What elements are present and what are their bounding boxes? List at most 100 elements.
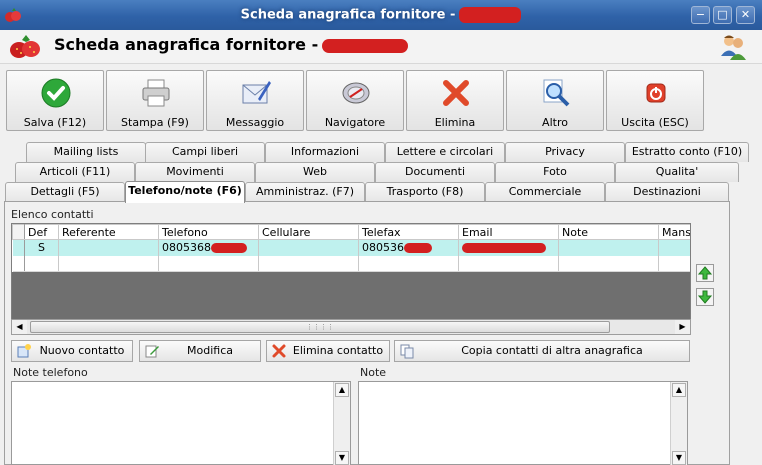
redacted-fax — [404, 243, 432, 254]
cell-empty[interactable] — [558, 255, 659, 272]
notes-scrollbar[interactable]: ▲ ▼ — [670, 382, 687, 465]
cell-telefax[interactable]: 080536 — [358, 239, 459, 256]
row-header-corner — [12, 224, 25, 240]
delete-label: Elimina — [434, 116, 476, 129]
cell-empty[interactable] — [358, 255, 459, 272]
delete-button[interactable]: Elimina — [406, 70, 504, 131]
cell-mansione[interactable] — [658, 239, 690, 256]
other-button[interactable]: Altro — [506, 70, 604, 131]
cell-empty[interactable] — [458, 255, 559, 272]
column-header-def[interactable]: Def — [24, 224, 59, 240]
tab-informazioni[interactable]: Informazioni — [265, 142, 385, 162]
cell-def[interactable]: S — [24, 239, 59, 256]
column-header-mansione[interactable]: Mansio — [658, 224, 690, 240]
cell-empty[interactable] — [58, 255, 159, 272]
scroll-right-icon[interactable]: ▶ — [675, 320, 690, 334]
message-button[interactable]: Messaggio — [206, 70, 304, 131]
cell-empty[interactable] — [158, 255, 259, 272]
column-header-telefax[interactable]: Telefax — [358, 224, 459, 240]
scroll-left-icon[interactable]: ◀ — [12, 320, 27, 334]
phone-notes-textarea[interactable]: ▲ ▼ — [11, 381, 351, 465]
print-button[interactable]: Stampa (F9) — [106, 70, 204, 131]
save-button[interactable]: Salva (F12) — [6, 70, 104, 131]
exit-label: Uscita (ESC) — [621, 116, 689, 129]
copy-contacts-label: Copia contatti di altra anagrafica — [461, 344, 643, 357]
horizontal-scrollbar[interactable]: ◀ ⋮⋮⋮⋮ ▶ — [11, 319, 691, 335]
delete-contact-button[interactable]: Elimina contatto — [266, 340, 390, 362]
delete-contact-label: Elimina contatto — [292, 344, 384, 357]
arrow-up-icon — [697, 266, 713, 280]
new-contact-label: Nuovo contatto — [39, 344, 125, 357]
cell-email[interactable] — [458, 239, 559, 256]
tab-web[interactable]: Web — [255, 162, 375, 182]
edit-button[interactable]: Modifica — [139, 340, 261, 362]
scroll-thumb[interactable]: ⋮⋮⋮⋮ — [30, 321, 610, 333]
print-label: Stampa (F9) — [121, 116, 189, 129]
column-header-note[interactable]: Note — [558, 224, 659, 240]
tab-documenti[interactable]: Documenti — [375, 162, 495, 182]
users-icon[interactable] — [718, 32, 748, 62]
tab-telefono-note[interactable]: Telefono/note (F6) — [125, 181, 245, 203]
cell-referente[interactable] — [58, 239, 159, 256]
window-title-text: Scheda anagrafica fornitore - — [240, 7, 456, 23]
column-header-telefono[interactable]: Telefono — [158, 224, 259, 240]
maximize-button[interactable]: □ — [713, 6, 732, 24]
redacted-name — [459, 7, 522, 23]
close-button[interactable]: ✕ — [736, 6, 755, 24]
contacts-table: Def Referente Telefono Cellulare Telefax… — [12, 224, 690, 272]
tab-estratto-conto[interactable]: Estratto conto (F10) — [625, 142, 749, 162]
cell-empty[interactable] — [658, 255, 690, 272]
column-header-referente[interactable]: Referente — [58, 224, 159, 240]
tab-amministrazione[interactable]: Amministraz. (F7) — [245, 182, 365, 202]
navigator-label: Navigatore — [324, 116, 386, 129]
tab-articoli[interactable]: Articoli (F11) — [15, 162, 135, 182]
delete-icon — [443, 80, 469, 106]
telefax-text: 080536 — [362, 241, 404, 255]
scroll-up-icon[interactable]: ▲ — [335, 383, 349, 397]
table-row[interactable]: S 0805368 080536 — [12, 239, 690, 256]
tab-privacy[interactable]: Privacy — [505, 142, 625, 162]
edit-label: Modifica — [187, 344, 233, 357]
cell-cellulare[interactable] — [258, 239, 359, 256]
tab-campi-liberi[interactable]: Campi liberi — [145, 142, 265, 162]
scroll-down-icon[interactable]: ▼ — [672, 451, 686, 465]
phone-notes-scrollbar[interactable]: ▲ ▼ — [333, 382, 350, 465]
scroll-down-icon[interactable]: ▼ — [335, 451, 349, 465]
tab-mailing-lists[interactable]: Mailing lists — [26, 142, 146, 162]
tab-dettagli[interactable]: Dettagli (F5) — [5, 182, 125, 202]
tab-qualita[interactable]: Qualita' — [615, 162, 739, 182]
tab-lettere[interactable]: Lettere e circolari — [385, 142, 505, 162]
telefono-text: 0805368 — [162, 241, 211, 255]
row-selector[interactable] — [12, 255, 25, 272]
copy-contacts-button[interactable]: Copia contatti di altra anagrafica — [394, 340, 690, 362]
minimize-button[interactable]: − — [691, 6, 710, 24]
tab-trasporto[interactable]: Trasporto (F8) — [365, 182, 485, 202]
cell-empty[interactable] — [258, 255, 359, 272]
window-title: Scheda anagrafica fornitore - — [0, 7, 762, 23]
notes-textarea[interactable]: ▲ ▼ — [358, 381, 688, 465]
cell-telefono[interactable]: 0805368 — [158, 239, 259, 256]
move-up-button[interactable] — [696, 264, 714, 282]
column-header-cellulare[interactable]: Cellulare — [258, 224, 359, 240]
tab-destinazioni[interactable]: Destinazioni — [605, 182, 729, 202]
arrow-down-icon — [697, 290, 713, 304]
move-down-button[interactable] — [696, 288, 714, 306]
edit-icon — [145, 345, 159, 358]
other-label: Altro — [542, 116, 568, 129]
new-contact-button[interactable]: Nuovo contatto — [11, 340, 133, 362]
tab-foto[interactable]: Foto — [495, 162, 615, 182]
table-row-new[interactable] — [12, 255, 690, 272]
tab-movimenti[interactable]: Movimenti — [135, 162, 255, 182]
cell-empty[interactable] — [24, 255, 59, 272]
save-label: Salva (F12) — [23, 116, 87, 129]
cell-note[interactable] — [558, 239, 659, 256]
scroll-up-icon[interactable]: ▲ — [672, 383, 686, 397]
page-title-text: Scheda anagrafica fornitore - — [54, 35, 319, 54]
column-header-email[interactable]: Email — [458, 224, 559, 240]
printer-icon — [142, 79, 170, 107]
exit-button[interactable]: Uscita (ESC) — [606, 70, 704, 131]
row-selector[interactable] — [12, 239, 25, 256]
notes-label: Note — [360, 366, 387, 379]
navigator-button[interactable]: Navigatore — [306, 70, 404, 131]
tab-commerciale[interactable]: Commerciale — [485, 182, 605, 202]
